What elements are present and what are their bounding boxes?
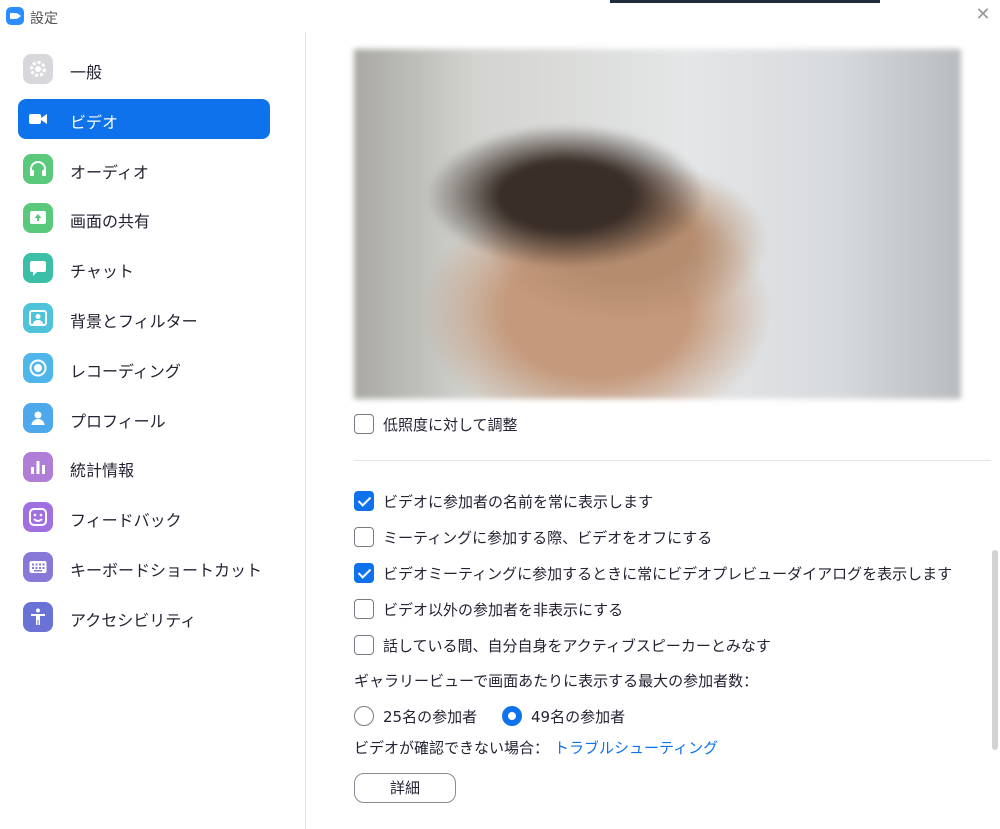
title-bar: 設定 ✕ bbox=[0, 0, 1000, 32]
background-icon bbox=[23, 303, 53, 333]
gallery-max-label: ギャラリービューで画面あたりに表示する最大の参加者数： bbox=[354, 672, 759, 690]
spotlight-self-checkbox[interactable] bbox=[354, 635, 374, 655]
sidebar-item-label: 統計情報 bbox=[70, 461, 135, 480]
sidebar-item-label: キーボードショートカット bbox=[70, 561, 263, 580]
settings-sidebar: 一般 ビデオ オーディオ 画面の共有 チャット 背景とフィルター レコーディング… bbox=[0, 32, 306, 829]
option-label: ビデオ以外の参加者を非表示にする bbox=[383, 601, 624, 619]
sidebar-item-label: レコーディング bbox=[70, 362, 181, 381]
sidebar-item-accessibility[interactable]: アクセシビリティ bbox=[18, 597, 270, 637]
troubleshoot-link[interactable]: トラブルシューティング bbox=[554, 737, 718, 758]
sidebar-item-background-filter[interactable]: 背景とフィルター bbox=[18, 298, 270, 338]
sidebar-item-label: オーディオ bbox=[70, 163, 149, 182]
sidebar-item-keyboard-shortcuts[interactable]: キーボードショートカット bbox=[18, 547, 270, 587]
option-label: ミーティングに参加する際、ビデオをオフにする bbox=[383, 529, 713, 547]
sidebar-item-label: フィードバック bbox=[70, 511, 182, 530]
troubleshoot-label: ビデオが確認できない場合： bbox=[354, 739, 550, 757]
sidebar-item-statistics[interactable]: 統計情報 bbox=[18, 447, 270, 487]
statistics-icon bbox=[23, 452, 53, 482]
record-icon bbox=[23, 353, 53, 383]
camera-preview-frame bbox=[354, 49, 961, 399]
sidebar-item-profile[interactable]: プロフィール bbox=[18, 398, 270, 438]
sidebar-item-audio[interactable]: オーディオ bbox=[18, 149, 270, 189]
sidebar-item-share-screen[interactable]: 画面の共有 bbox=[18, 198, 270, 238]
hide-non-video-checkbox[interactable] bbox=[354, 599, 374, 619]
accessibility-icon bbox=[23, 602, 53, 632]
content-scrollbar[interactable] bbox=[992, 550, 998, 750]
sidebar-item-chat[interactable]: チャット bbox=[18, 248, 270, 288]
gallery-option-label: 25名の参加者 bbox=[383, 708, 478, 726]
sidebar-item-recording[interactable]: レコーディング bbox=[18, 348, 270, 388]
sidebar-item-general[interactable]: 一般 bbox=[18, 49, 270, 89]
advanced-button[interactable]: 詳細 bbox=[354, 773, 456, 803]
close-button[interactable]: ✕ bbox=[972, 4, 994, 26]
gear-icon bbox=[23, 54, 53, 84]
share-screen-icon bbox=[23, 203, 53, 233]
keyboard-icon bbox=[23, 552, 53, 582]
sidebar-item-label: アクセシビリティ bbox=[70, 611, 197, 630]
gallery-49-radio[interactable] bbox=[502, 706, 522, 726]
option-label: ビデオに参加者の名前を常に表示します bbox=[383, 493, 654, 511]
sidebar-item-video[interactable]: ビデオ bbox=[18, 99, 270, 139]
low-light-label: 低照度に対して調整 bbox=[383, 416, 518, 434]
low-light-checkbox[interactable] bbox=[354, 414, 374, 434]
sidebar-item-label: プロフィール bbox=[70, 412, 166, 431]
show-names-checkbox[interactable] bbox=[354, 491, 374, 511]
gallery-25-radio[interactable] bbox=[354, 706, 374, 726]
show-preview-dialog-checkbox[interactable] bbox=[354, 563, 374, 583]
profile-icon bbox=[23, 403, 53, 433]
background-window-strip bbox=[610, 0, 880, 3]
window-title: 設定 bbox=[30, 11, 58, 27]
option-label: 話している間、自分自身をアクティブスピーカーとみなす bbox=[383, 637, 771, 655]
feedback-icon bbox=[23, 502, 53, 532]
video-off-on-join-checkbox[interactable] bbox=[354, 527, 374, 547]
video-icon bbox=[23, 104, 53, 134]
headphones-icon bbox=[23, 154, 53, 184]
video-settings-panel: 低照度に対して調整 ビデオに参加者の名前を常に表示します ミーティングに参加する… bbox=[307, 32, 1000, 829]
sidebar-item-label: ビデオ bbox=[70, 113, 119, 132]
option-label: ビデオミーティングに参加するときに常にビデオプレビューダイアログを表示します bbox=[383, 565, 953, 583]
section-divider bbox=[354, 460, 991, 461]
sidebar-item-label: 画面の共有 bbox=[70, 212, 151, 231]
sidebar-item-feedback[interactable]: フィードバック bbox=[18, 497, 270, 537]
sidebar-item-label: チャット bbox=[70, 262, 134, 281]
gallery-option-label: 49名の参加者 bbox=[531, 708, 626, 726]
chat-icon bbox=[23, 253, 53, 283]
sidebar-item-label: 背景とフィルター bbox=[70, 312, 198, 331]
zoom-logo-icon bbox=[6, 7, 24, 25]
sidebar-item-label: 一般 bbox=[70, 63, 103, 82]
